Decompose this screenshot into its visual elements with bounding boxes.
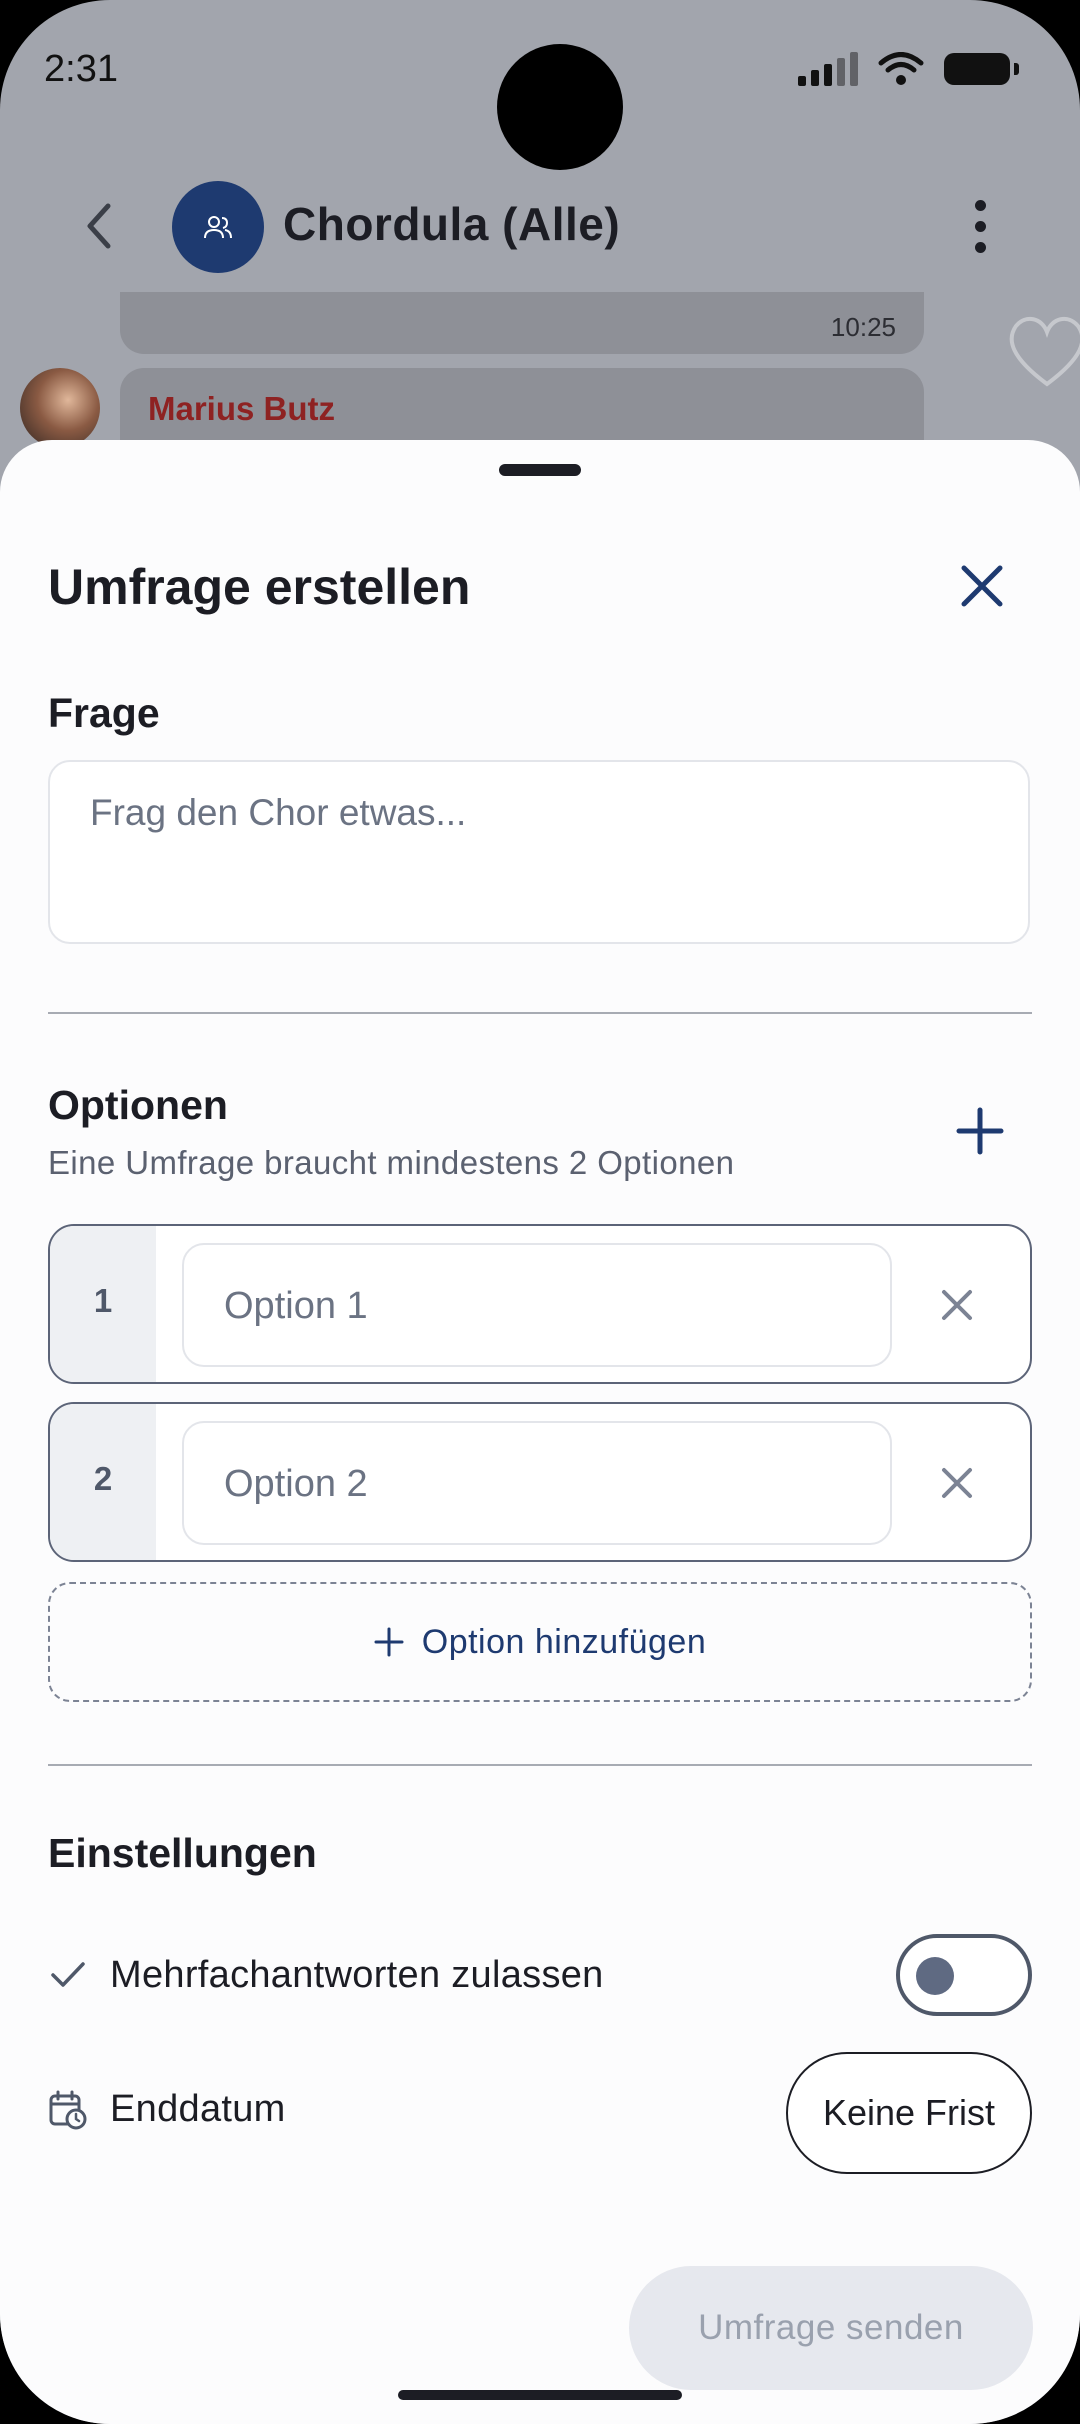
option-input[interactable]: Option 2 (182, 1421, 892, 1545)
chevron-left-icon[interactable] (80, 200, 120, 252)
add-option-button[interactable]: Option hinzufügen (48, 1582, 1032, 1702)
option-input[interactable]: Option 1 (182, 1243, 892, 1367)
option-number: 1 (93, 1282, 113, 1319)
group-icon (204, 216, 232, 239)
plus-icon (374, 1627, 404, 1657)
end-date-label: Enddatum (110, 2088, 286, 2130)
option-number: 2 (93, 1460, 113, 1497)
message-time: 10:25 (830, 312, 896, 342)
chat-title: Chordula (Alle) (283, 198, 621, 250)
question-input[interactable]: Frag den Chor etwas... (48, 760, 1030, 944)
remove-option-icon[interactable] (940, 1466, 974, 1500)
status-time: 2:31 (44, 48, 118, 90)
plus-icon[interactable] (955, 1106, 1005, 1156)
send-poll-button[interactable]: Umfrage senden (629, 2266, 1033, 2390)
create-poll-sheet: Umfrage erstellen Frage Frag den Chor et… (0, 440, 1080, 2424)
check-icon (51, 1962, 85, 1987)
home-indicator[interactable] (398, 2390, 682, 2400)
question-placeholder: Frag den Chor etwas... (90, 792, 467, 833)
kebab-menu-icon[interactable] (968, 200, 992, 254)
settings-label: Einstellungen (48, 1830, 317, 1876)
option-row: 2 Option 2 (48, 1402, 1032, 1562)
divider (48, 1012, 1032, 1014)
options-hint: Eine Umfrage braucht mindestens 2 Option… (48, 1144, 735, 1181)
battery-icon (944, 53, 1019, 85)
end-date-button[interactable]: Keine Frist (786, 2052, 1032, 2174)
calendar-clock-icon (49, 2090, 87, 2130)
question-label: Frage (48, 690, 160, 736)
group-avatar[interactable] (172, 181, 264, 273)
message-bubble: 10:25 (120, 292, 924, 354)
multiple-answers-label: Mehrfachantworten zulassen (110, 1954, 604, 1996)
send-poll-label: Umfrage senden (698, 2308, 964, 2347)
sheet-drag-handle[interactable] (499, 464, 581, 476)
camera-cutout (497, 44, 623, 170)
multiple-answers-toggle[interactable] (896, 1934, 1032, 2016)
status-icons (798, 52, 1019, 86)
toggle-knob (916, 1957, 954, 1995)
phone-screen: 2:31 Chordula (Alle) 10:25 Marius Butz U… (0, 0, 1080, 2424)
divider (48, 1764, 1032, 1766)
wifi-icon (878, 52, 924, 85)
add-option-label: Option hinzufügen (421, 1622, 707, 1661)
option-row: 1 Option 1 (48, 1224, 1032, 1384)
avatar[interactable] (20, 368, 100, 448)
signal-icon (798, 52, 858, 86)
message-sender: Marius Butz (148, 390, 336, 427)
remove-option-icon[interactable] (940, 1288, 974, 1322)
heart-icon (1009, 316, 1080, 387)
option-placeholder: Option 1 (224, 1285, 368, 1327)
end-date-value: Keine Frist (822, 2092, 996, 2133)
option-number-column: 2 (50, 1404, 156, 1560)
close-icon[interactable] (954, 558, 1010, 614)
option-number-column: 1 (50, 1226, 156, 1382)
options-label: Optionen (48, 1082, 228, 1128)
option-placeholder: Option 2 (224, 1463, 368, 1505)
sheet-title: Umfrage erstellen (48, 559, 471, 615)
